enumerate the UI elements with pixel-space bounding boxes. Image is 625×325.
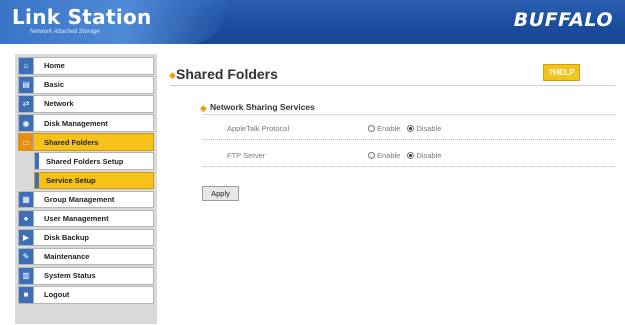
title-bullet-icon: ◆ bbox=[169, 70, 176, 80]
apply-button[interactable]: Apply bbox=[202, 186, 239, 201]
disable-radio[interactable] bbox=[407, 125, 415, 132]
sidebar-item-label: Disk Management bbox=[44, 118, 108, 128]
help-button[interactable]: ?HELP bbox=[543, 64, 580, 81]
backup-icon: ▶ bbox=[19, 229, 34, 246]
enable-radio[interactable] bbox=[368, 152, 375, 159]
enable-radio-label: Enable bbox=[377, 151, 401, 160]
group-icon: ▦ bbox=[19, 191, 34, 208]
sidebar-item-user-management[interactable]: ● User Management bbox=[18, 209, 154, 228]
sidebar-item-basic[interactable]: ▤ Basic bbox=[18, 76, 154, 94]
radio-group: Enable Disable bbox=[368, 151, 448, 160]
disable-radio[interactable] bbox=[407, 152, 415, 159]
sidebar-subitem-service-setup[interactable]: Service Setup bbox=[34, 171, 154, 190]
section-divider bbox=[203, 114, 616, 115]
sidebar-item-label: Shared Folders bbox=[44, 137, 99, 147]
disable-radio-label: Disable bbox=[416, 124, 442, 133]
sidebar-nav: ⌂ Home ▤ Basic ⇄ Network ◉ Disk Manageme… bbox=[15, 54, 157, 324]
app-subtitle: Network Attached Storage bbox=[30, 29, 100, 35]
setting-row-ftp: FTP Server Enable Disable bbox=[203, 145, 616, 167]
sidebar-item-disk-backup[interactable]: ▶ Disk Backup bbox=[18, 228, 154, 247]
sidebar-subitem-shared-folders-setup[interactable]: Shared Folders Setup bbox=[34, 152, 154, 170]
sidebar-item-label: Service Setup bbox=[46, 175, 96, 185]
sidebar-item-label: Basic bbox=[44, 80, 65, 90]
setting-row-appletalk: AppleTalk Protocol Enable Disable bbox=[203, 118, 616, 140]
title-divider bbox=[170, 85, 615, 86]
sidebar-item-label: Logout bbox=[44, 290, 70, 300]
setting-label: FTP Server bbox=[227, 151, 266, 160]
sidebar-item-network[interactable]: ⇄ Network bbox=[18, 95, 154, 113]
sidebar-item-label: System Status bbox=[44, 271, 96, 281]
radio-group: Enable Disable bbox=[368, 124, 448, 133]
basic-icon: ▤ bbox=[19, 77, 34, 93]
sidebar-item-label: Home bbox=[44, 61, 65, 71]
app-header: Link Station Network Attached Storage BU… bbox=[0, 0, 625, 44]
sidebar-item-logout[interactable]: ■ Logout bbox=[18, 286, 154, 304]
disk-icon: ◉ bbox=[19, 115, 34, 131]
home-icon: ⌂ bbox=[19, 58, 34, 74]
vendor-logo: BUFFALO bbox=[513, 9, 613, 31]
section-bullet-icon: ◆ bbox=[200, 103, 207, 113]
sidebar-item-home[interactable]: ⌂ Home bbox=[18, 57, 154, 75]
status-icon: ▥ bbox=[19, 268, 34, 284]
enable-radio-label: Enable bbox=[377, 124, 401, 133]
user-icon: ● bbox=[19, 210, 34, 227]
page-title: Shared Folders bbox=[176, 66, 278, 82]
sidebar-item-label: User Management bbox=[44, 214, 109, 223]
wrench-icon: ✎ bbox=[19, 248, 34, 265]
network-icon: ⇄ bbox=[19, 96, 34, 112]
logout-icon: ■ bbox=[19, 287, 34, 303]
app-title: Link Station bbox=[12, 5, 152, 29]
setting-label: AppleTalk Protocol bbox=[227, 124, 290, 133]
sidebar-item-system-status[interactable]: ▥ System Status bbox=[18, 267, 154, 285]
sidebar-item-group-management[interactable]: ▦ Group Management bbox=[18, 190, 154, 209]
folder-icon: ▭ bbox=[19, 134, 34, 150]
sidebar-item-shared-folders[interactable]: ▭ Shared Folders bbox=[18, 133, 154, 151]
sidebar-item-maintenance[interactable]: ✎ Maintenance bbox=[18, 247, 154, 266]
sidebar-item-label: Group Management bbox=[44, 194, 115, 204]
sidebar-item-label: Shared Folders Setup bbox=[46, 156, 124, 166]
sidebar-item-disk-management[interactable]: ◉ Disk Management bbox=[18, 114, 154, 132]
sidebar-item-label: Disk Backup bbox=[44, 233, 90, 243]
sidebar-item-label: Network bbox=[44, 99, 74, 109]
enable-radio[interactable] bbox=[368, 125, 375, 132]
sidebar-item-label: Maintenance bbox=[44, 252, 90, 262]
disable-radio-label: Disable bbox=[416, 151, 442, 160]
section-title: Network Sharing Services bbox=[210, 102, 315, 112]
